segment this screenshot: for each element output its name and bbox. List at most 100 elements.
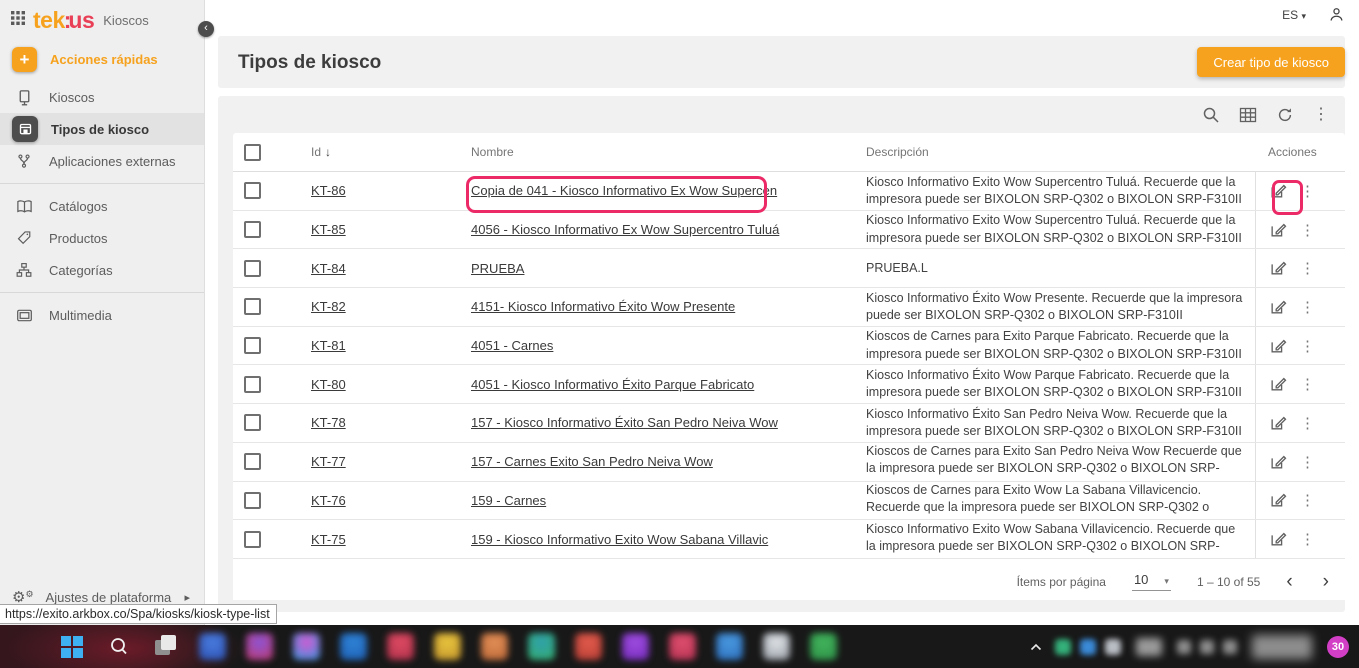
row-more-icon[interactable]: ⋮ [1300, 491, 1315, 509]
row-id-link[interactable]: KT-75 [311, 532, 346, 547]
app-purple-red-icon[interactable] [246, 633, 273, 660]
row-checkbox[interactable] [244, 376, 261, 393]
row-checkbox[interactable] [244, 492, 261, 509]
table-icon[interactable] [1239, 106, 1257, 124]
edit-icon[interactable] [1269, 221, 1287, 239]
row-checkbox[interactable] [244, 414, 261, 431]
user-profile-icon[interactable] [1328, 6, 1345, 23]
row-checkbox[interactable] [244, 453, 261, 470]
row-more-icon[interactable]: ⋮ [1300, 453, 1315, 471]
edit-icon[interactable] [1269, 491, 1287, 509]
language-selector[interactable]: ES ▾ [1282, 8, 1306, 22]
column-header-id[interactable]: Id↓ [303, 145, 471, 159]
row-name-link[interactable]: Copia de 041 - Kiosco Informativo Ex Wow… [471, 183, 777, 198]
row-name-link[interactable]: 157 - Kiosco Informativo Éxito San Pedro… [471, 415, 778, 430]
sidebar-collapse-button[interactable]: ‹ [198, 21, 214, 37]
sidebar-item-multimedia[interactable]: Multimedia [0, 299, 204, 331]
edit-icon[interactable] [1269, 259, 1287, 277]
row-id-link[interactable]: KT-80 [311, 377, 346, 392]
search-icon[interactable] [1202, 106, 1220, 124]
sidebar-item-kioscos[interactable]: Kioscos [0, 81, 204, 113]
app-orange-icon[interactable] [481, 633, 508, 660]
row-name-link[interactable]: 4151- Kiosco Informativo Éxito Wow Prese… [471, 299, 735, 314]
tray-volume-icon[interactable] [1200, 640, 1214, 654]
tray-clock-blurred[interactable] [1252, 635, 1312, 659]
previous-page-button[interactable]: ‹ [1286, 572, 1292, 591]
sidebar-item-categorias[interactable]: Categorías [0, 254, 204, 286]
row-id-link[interactable]: KT-86 [311, 183, 346, 198]
row-checkbox[interactable] [244, 260, 261, 277]
row-name-link[interactable]: PRUEBA [471, 261, 524, 276]
row-name-link[interactable]: 159 - Carnes [471, 493, 546, 508]
tray-app-blue-icon[interactable] [1080, 639, 1096, 655]
next-page-button[interactable]: › [1323, 572, 1329, 591]
row-more-icon[interactable]: ⋮ [1300, 414, 1315, 432]
row-name-link[interactable]: 159 - Kiosco Informativo Exito Wow Saban… [471, 532, 768, 547]
tray-chevron-up-icon[interactable] [1030, 643, 1042, 651]
row-name-link[interactable]: 157 - Carnes Exito San Pedro Neiva Wow [471, 454, 713, 469]
edit-icon[interactable] [1269, 453, 1287, 471]
sidebar-item-ajustes-de-plataforma[interactable]: ⚙⚙ Ajustes de plataforma ▸ [0, 590, 204, 605]
app-teal-green-icon[interactable] [528, 633, 555, 660]
items-per-page-select[interactable]: 10 ▾ [1132, 572, 1171, 591]
row-id-link[interactable]: KT-78 [311, 415, 346, 430]
tray-app-gray-icon[interactable] [1105, 639, 1121, 655]
column-header-descripcion[interactable]: Descripción [866, 144, 1255, 161]
more-icon[interactable]: ⋮ [1313, 107, 1329, 123]
row-name-link[interactable]: 4056 - Kiosco Informativo Ex Wow Superce… [471, 222, 779, 237]
refresh-icon[interactable] [1276, 106, 1294, 124]
task-view-icon[interactable] [152, 633, 179, 660]
taskbar-search-icon[interactable] [105, 633, 132, 660]
tray-app-teal-icon[interactable] [1055, 639, 1071, 655]
notification-badge[interactable]: 30 [1327, 636, 1349, 658]
row-more-icon[interactable]: ⋮ [1300, 182, 1315, 200]
sidebar-item-tipos-de-kiosco[interactable]: Tipos de kiosco [0, 113, 204, 145]
row-checkbox[interactable] [244, 221, 261, 238]
row-more-icon[interactable]: ⋮ [1300, 530, 1315, 548]
row-checkbox[interactable] [244, 298, 261, 315]
row-id-link[interactable]: KT-84 [311, 261, 346, 276]
sidebar-item-catalogos[interactable]: Catálogos [0, 190, 204, 222]
app-red-icon[interactable] [575, 633, 602, 660]
app-white-icon[interactable] [763, 633, 790, 660]
edit-icon[interactable] [1269, 182, 1287, 200]
edit-icon[interactable] [1269, 530, 1287, 548]
select-all-checkbox[interactable] [244, 144, 261, 161]
edit-icon[interactable] [1269, 298, 1287, 316]
app-pink-blue-icon[interactable] [293, 633, 320, 660]
row-name-link[interactable]: 4051 - Carnes [471, 338, 553, 353]
windows-start-icon[interactable] [58, 633, 85, 660]
app-grid-icon[interactable] [10, 10, 26, 31]
quick-actions-button[interactable]: + Acciones rápidas [0, 38, 204, 81]
tray-battery-icon[interactable] [1223, 640, 1237, 654]
edit-icon[interactable] [1269, 414, 1287, 432]
create-kiosk-type-button[interactable]: Crear tipo de kiosco [1197, 47, 1345, 77]
edit-icon[interactable] [1269, 337, 1287, 355]
app-blue-1-icon[interactable] [199, 633, 226, 660]
app-blue-3-icon[interactable] [716, 633, 743, 660]
app-red-pink-icon[interactable] [387, 633, 414, 660]
app-violet-icon[interactable] [622, 633, 649, 660]
column-header-nombre[interactable]: Nombre [471, 145, 866, 159]
row-more-icon[interactable]: ⋮ [1300, 259, 1315, 277]
sidebar-item-aplicaciones-externas[interactable]: Aplicaciones externas [0, 145, 204, 177]
row-checkbox[interactable] [244, 337, 261, 354]
row-id-link[interactable]: KT-85 [311, 222, 346, 237]
row-checkbox[interactable] [244, 182, 261, 199]
row-more-icon[interactable]: ⋮ [1300, 337, 1315, 355]
tray-network-icon[interactable] [1177, 640, 1191, 654]
app-green-icon[interactable] [810, 633, 837, 660]
row-id-link[interactable]: KT-76 [311, 493, 346, 508]
app-blue-2-icon[interactable] [340, 633, 367, 660]
row-id-link[interactable]: KT-82 [311, 299, 346, 314]
edit-icon[interactable] [1269, 375, 1287, 393]
sidebar-item-productos[interactable]: Productos [0, 222, 204, 254]
row-more-icon[interactable]: ⋮ [1300, 298, 1315, 316]
row-more-icon[interactable]: ⋮ [1300, 221, 1315, 239]
app-yellow-1-icon[interactable] [434, 633, 461, 660]
row-id-link[interactable]: KT-81 [311, 338, 346, 353]
row-id-link[interactable]: KT-77 [311, 454, 346, 469]
row-more-icon[interactable]: ⋮ [1300, 375, 1315, 393]
row-name-link[interactable]: 4051 - Kiosco Informativo Éxito Parque F… [471, 377, 754, 392]
app-pink-red-icon[interactable] [669, 633, 696, 660]
